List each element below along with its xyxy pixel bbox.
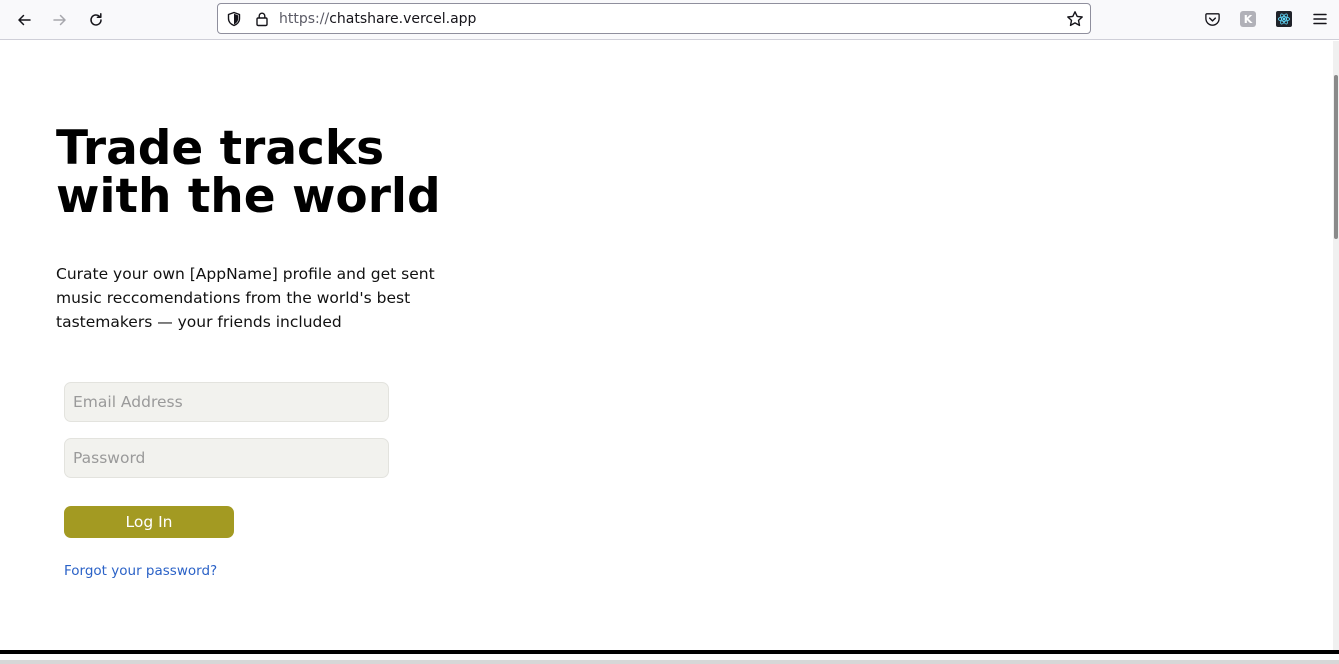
url-host: chatshare.vercel.app (329, 11, 477, 27)
hero-description: Curate your own [AppName] profile and ge… (56, 265, 435, 331)
hero-headline: Trade tracks with the world (56, 125, 516, 221)
page-content: Trade tracks with the world Curate your … (0, 41, 1333, 650)
bookmark-star-icon[interactable] (1066, 10, 1084, 28)
app-menu-button[interactable] (1311, 10, 1329, 28)
back-button[interactable] (12, 8, 36, 32)
url-scheme: https:// (279, 11, 330, 27)
login-button[interactable]: Log In (64, 506, 234, 538)
extension-k-label: K (1243, 12, 1253, 26)
arrow-left-icon (18, 14, 31, 26)
hamburger-menu-icon (1313, 13, 1327, 25)
arrow-right-icon (53, 14, 66, 26)
lock-icon[interactable] (254, 11, 270, 27)
headline-line-1: Trade tracks (56, 121, 385, 176)
pocket-button[interactable] (1203, 10, 1221, 28)
reload-icon (90, 13, 102, 26)
scrollbar-thumb[interactable] (1334, 75, 1338, 239)
react-devtools-button[interactable] (1276, 11, 1292, 27)
bottom-edge (0, 660, 1339, 664)
reload-button[interactable] (84, 8, 108, 32)
password-field[interactable] (64, 438, 389, 478)
forgot-password-link[interactable]: Forgot your password? (64, 563, 217, 579)
react-icon (1277, 13, 1291, 25)
page-scrollbar[interactable] (1333, 41, 1339, 650)
shield-icon[interactable] (226, 11, 242, 27)
extension-k-icon[interactable]: K (1240, 11, 1256, 27)
browser-toolbar: https://chatshare.vercel.app K (0, 0, 1339, 40)
address-bar[interactable]: https://chatshare.vercel.app (217, 3, 1091, 34)
url-text[interactable]: https://chatshare.vercel.app (279, 11, 476, 27)
pocket-icon (1204, 12, 1220, 26)
forward-button[interactable] (48, 8, 72, 32)
headline-line-2: with the world (56, 169, 441, 224)
email-field[interactable] (64, 382, 389, 422)
